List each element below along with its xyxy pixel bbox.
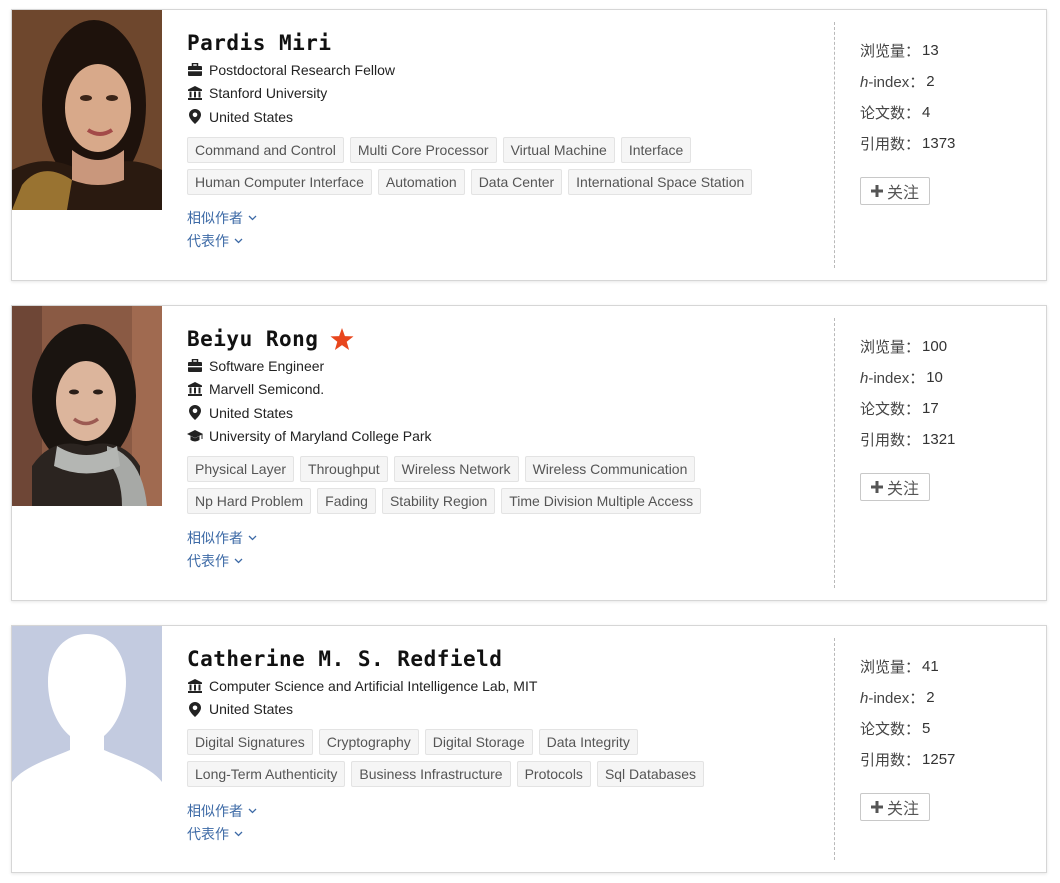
stat-papers: 论文数： 4: [860, 104, 931, 122]
chevron-down-icon: [248, 215, 257, 221]
follow-button[interactable]: 关注: [860, 473, 930, 501]
stat-hindex: h-index： 10: [860, 369, 943, 387]
divider: [834, 318, 835, 588]
interest-tag[interactable]: Time Division Multiple Access: [501, 488, 702, 514]
chevron-down-icon: [234, 558, 243, 564]
interest-tag[interactable]: Protocols: [516, 761, 591, 787]
interest-tag[interactable]: Long-Term Authenticity: [187, 761, 346, 787]
author-card: Pardis Miri Postdoctoral Research Fellow…: [11, 9, 1047, 281]
stat-papers: 论文数： 5: [860, 720, 931, 738]
chevron-down-icon: [234, 238, 243, 244]
plus-icon: [870, 481, 883, 493]
chevron-down-icon: [234, 831, 243, 837]
interest-tag[interactable]: Physical Layer: [187, 456, 295, 482]
interest-tag[interactable]: Sql Databases: [596, 761, 704, 787]
interest-tag[interactable]: International Space Station: [568, 168, 753, 195]
briefcase-icon: [187, 62, 203, 78]
briefcase-icon: [187, 358, 203, 374]
plus-icon: [870, 801, 883, 813]
interest-tag[interactable]: Data Integrity: [538, 729, 638, 755]
author-photo[interactable]: [12, 10, 162, 210]
star-icon[interactable]: [330, 327, 354, 351]
institution-icon: [187, 381, 203, 397]
interest-tag[interactable]: Data Center: [470, 168, 563, 195]
chevron-down-icon: [248, 535, 257, 541]
interest-tag[interactable]: Command and Control: [187, 136, 344, 163]
follow-button[interactable]: 关注: [860, 793, 930, 821]
stat-citations: 引用数： 1321: [860, 431, 956, 449]
similar-authors-toggle[interactable]: 相似作者: [187, 526, 827, 549]
author-org: Marvell Semicond.: [187, 378, 827, 402]
similar-authors-toggle[interactable]: 相似作者: [187, 799, 827, 822]
author-position: Software Engineer: [187, 354, 827, 378]
stat-hindex: h-index： 2: [860, 689, 935, 707]
stat-views: 浏览量： 13: [860, 42, 939, 60]
institution-icon: [187, 85, 203, 101]
interest-tag[interactable]: Digital Signatures: [187, 729, 313, 755]
author-stats: 浏览量： 41 h-index： 2 论文数： 5 引用数： 1257 关注: [860, 651, 1030, 821]
interest-tag[interactable]: Throughput: [300, 456, 388, 482]
location-pin-icon: [187, 109, 203, 125]
author-position: Postdoctoral Research Fellow: [187, 58, 827, 82]
representative-works-toggle[interactable]: 代表作: [187, 230, 827, 253]
author-name[interactable]: Pardis Miri: [187, 31, 332, 55]
author-org: Computer Science and Artificial Intellig…: [187, 674, 827, 698]
author-info: Catherine M. S. Redfield Computer Scienc…: [187, 644, 827, 845]
author-name[interactable]: Beiyu Rong: [187, 327, 318, 351]
interest-tags: Digital Signatures Cryptography Digital …: [187, 729, 807, 793]
author-card: Beiyu Rong Software Engineer Marvell Sem…: [11, 305, 1047, 601]
author-stats: 浏览量： 13 h-index： 2 论文数： 4 引用数： 1373 关注: [860, 35, 1030, 205]
stat-citations: 引用数： 1257: [860, 751, 956, 769]
author-stats: 浏览量： 100 h-index： 10 论文数： 17 引用数： 1321 关注: [860, 331, 1030, 501]
author-location: United States: [187, 401, 827, 425]
interest-tags: Physical Layer Throughput Wireless Netwo…: [187, 456, 807, 520]
author-location: United States: [187, 698, 827, 722]
interest-tag[interactable]: Stability Region: [381, 488, 496, 514]
author-location: United States: [187, 105, 827, 129]
interest-tag[interactable]: Human Computer Interface: [187, 168, 372, 195]
stat-hindex: h-index： 2: [860, 73, 935, 91]
interest-tag[interactable]: Np Hard Problem: [187, 488, 312, 514]
stat-views: 浏览量： 41: [860, 658, 939, 676]
author-education: University of Maryland College Park: [187, 425, 827, 449]
divider: [834, 638, 835, 860]
interest-tag[interactable]: Automation: [377, 168, 465, 195]
author-info: Beiyu Rong Software Engineer Marvell Sem…: [187, 324, 827, 572]
location-pin-icon: [187, 701, 203, 717]
author-org: Stanford University: [187, 82, 827, 106]
plus-icon: [870, 185, 883, 197]
chevron-down-icon: [248, 808, 257, 814]
author-info: Pardis Miri Postdoctoral Research Fellow…: [187, 28, 827, 253]
interest-tag[interactable]: Multi Core Processor: [349, 136, 497, 163]
interest-tag[interactable]: Wireless Network: [393, 456, 519, 482]
divider: [834, 22, 835, 268]
interest-tag[interactable]: Cryptography: [318, 729, 419, 755]
interest-tag[interactable]: Digital Storage: [424, 729, 533, 755]
follow-button[interactable]: 关注: [860, 177, 930, 205]
author-card: Catherine M. S. Redfield Computer Scienc…: [11, 625, 1047, 873]
stat-views: 浏览量： 100: [860, 338, 948, 356]
interest-tag[interactable]: Interface: [620, 136, 692, 163]
representative-works-toggle[interactable]: 代表作: [187, 549, 827, 572]
stat-citations: 引用数： 1373: [860, 135, 956, 153]
default-avatar[interactable]: [12, 626, 162, 826]
interest-tags: Command and Control Multi Core Processor…: [187, 136, 807, 201]
similar-authors-toggle[interactable]: 相似作者: [187, 207, 827, 230]
location-pin-icon: [187, 405, 203, 421]
interest-tag[interactable]: Wireless Communication: [524, 456, 696, 482]
interest-tag[interactable]: Business Infrastructure: [351, 761, 511, 787]
interest-tag[interactable]: Fading: [317, 488, 376, 514]
stat-papers: 论文数： 17: [860, 400, 939, 418]
graduation-cap-icon: [187, 428, 203, 444]
interest-tag[interactable]: Virtual Machine: [502, 136, 615, 163]
author-photo[interactable]: [12, 306, 162, 506]
representative-works-toggle[interactable]: 代表作: [187, 822, 827, 845]
institution-icon: [187, 678, 203, 694]
author-name[interactable]: Catherine M. S. Redfield: [187, 647, 502, 671]
